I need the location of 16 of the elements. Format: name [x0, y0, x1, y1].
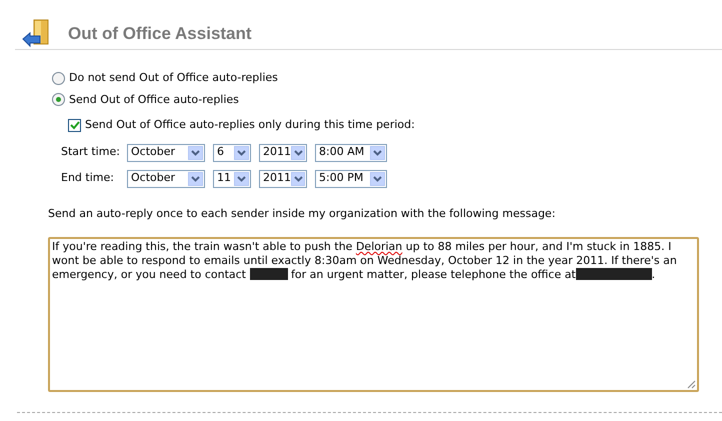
time-dropdown[interactable]: 5:00 PM — [315, 170, 387, 188]
radio-label: Do not send Out of Office auto-replies — [69, 70, 278, 86]
message-label: Send an auto-reply once to each sender inside my organization with the following message: — [48, 206, 556, 222]
time-dropdown[interactable]: 8:00 AM — [315, 144, 387, 162]
month-dropdown[interactable]: October — [127, 144, 205, 162]
month-dropdown[interactable]: October — [127, 170, 205, 188]
checkbox-label: Send Out of Office auto-replies only during this time period: — [85, 117, 415, 133]
time-label: End time: — [61, 170, 115, 186]
message-field[interactable]: If you're reading this, the train wasn't able to push the Delorian up to 88 miles per hour, and I'm stuck in 1885. I wont be able to respond to emails until exactly 8:30am on Wednesday, October 12 in the year 2011. If there's an emergency, or you need to contact for an urgent matter, please telephone the office at . — [48, 237, 699, 392]
day-dropdown[interactable]: 6 — [213, 144, 251, 162]
radio-label: Send Out of Office auto-replies — [69, 92, 239, 108]
page-title: Out of Office Assistant — [68, 22, 252, 45]
time-label: Start time: — [61, 144, 119, 160]
year-dropdown[interactable]: 2011 — [259, 170, 307, 188]
year-dropdown[interactable]: 2011 — [259, 144, 307, 162]
day-dropdown[interactable]: 11 — [213, 170, 251, 188]
